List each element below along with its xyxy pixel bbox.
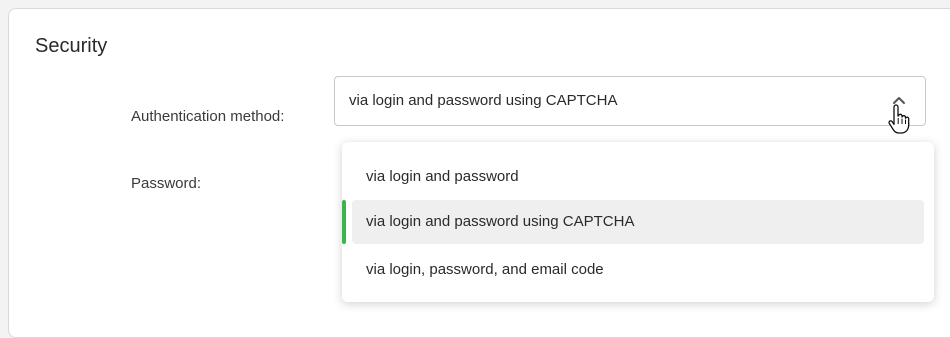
select-current-value: via login and password using CAPTCHA [349,92,618,109]
authentication-method-select[interactable]: via login and password using CAPTCHA [334,76,926,126]
hand-pointer-cursor-icon [886,104,910,136]
option-login-password[interactable]: via login and password [352,155,924,199]
authentication-method-dropdown: via login and password via login and pas… [342,142,934,302]
option-login-password-email-code[interactable]: via login, password, and email code [352,248,924,292]
option-label: via login and password [366,168,519,185]
selected-indicator [342,200,346,244]
option-login-password-captcha[interactable]: via login and password using CAPTCHA [352,200,924,244]
option-label: via login and password using CAPTCHA [366,213,635,230]
password-label: Password: [131,175,202,192]
option-label: via login, password, and email code [366,261,604,278]
section-title: Security [35,35,108,57]
authentication-method-label: Authentication method: [131,108,285,125]
